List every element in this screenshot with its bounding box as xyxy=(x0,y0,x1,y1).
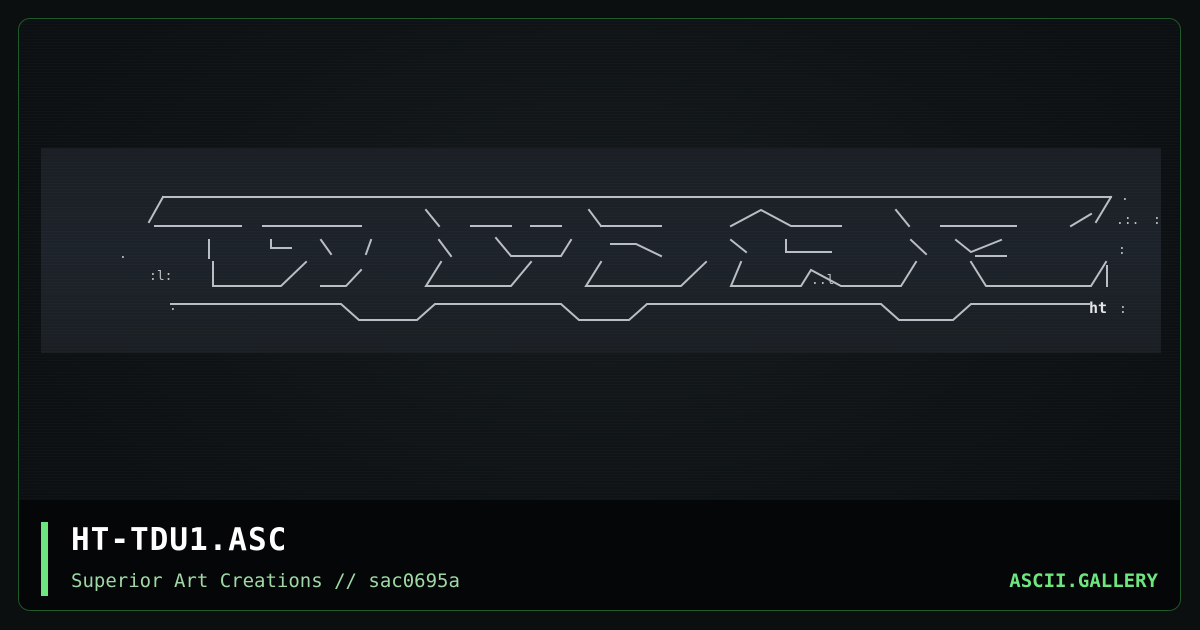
card-frame: . .:. : . :l: : : ..l ht : HT-TDU1.ASC S… xyxy=(18,18,1181,611)
ascii-signature: ht xyxy=(1089,299,1107,317)
svg-text:.: . xyxy=(119,247,127,262)
svg-text::l:: :l: xyxy=(149,269,172,284)
svg-text::: : xyxy=(1153,213,1161,228)
svg-text:.:.: .:. xyxy=(1116,213,1139,228)
art-title: HT-TDU1.ASC xyxy=(71,522,288,558)
svg-text:..l: ..l xyxy=(811,273,834,288)
svg-text::: : xyxy=(169,299,177,314)
svg-text::: : xyxy=(1119,302,1127,317)
svg-text:.: . xyxy=(1121,189,1129,204)
site-brand-link[interactable]: ASCII.GALLERY xyxy=(1009,570,1158,592)
info-footer: HT-TDU1.ASC Superior Art Creations // sa… xyxy=(19,500,1180,610)
ascii-art-logo: . .:. : . :l: : : ..l ht : xyxy=(119,189,1161,321)
art-subtitle: Superior Art Creations // sac0695a xyxy=(71,570,460,592)
svg-text::: : xyxy=(1118,243,1126,258)
ascii-art-preview[interactable]: . .:. : . :l: : : ..l ht : xyxy=(41,148,1161,353)
accent-bar xyxy=(41,522,48,596)
